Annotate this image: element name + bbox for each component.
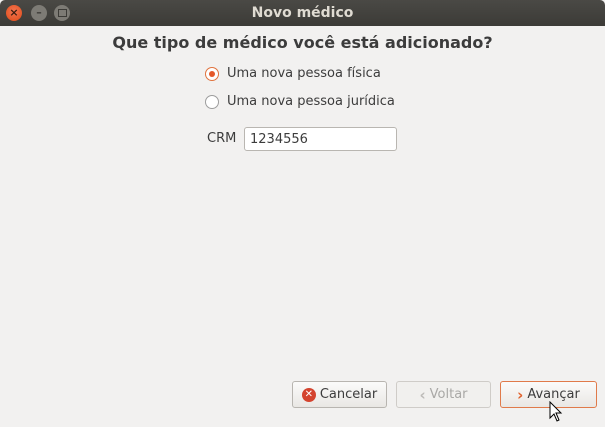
radio-option-pessoa-fisica[interactable]: Uma nova pessoa física: [205, 66, 381, 81]
window-title: Novo médico: [251, 5, 354, 21]
back-button-label: Voltar: [429, 387, 468, 402]
next-button-label: Avançar: [527, 387, 580, 402]
radio-button-checked[interactable]: [205, 66, 219, 81]
cancel-button[interactable]: ✕ Cancelar: [292, 381, 387, 408]
crm-input[interactable]: [244, 127, 397, 151]
cancel-icon: ✕: [301, 387, 316, 402]
radio-label: Uma nova pessoa jurídica: [227, 94, 395, 109]
chevron-left-icon: ‹: [419, 385, 426, 404]
radio-option-pessoa-juridica[interactable]: Uma nova pessoa jurídica: [205, 94, 395, 109]
radio-button-unchecked[interactable]: [205, 94, 219, 109]
crm-label: CRM: [207, 131, 237, 146]
back-button[interactable]: ‹ Voltar: [396, 381, 491, 408]
title-bar: × – Novo médico: [0, 0, 605, 26]
mouse-cursor-icon: [549, 401, 563, 422]
radio-label: Uma nova pessoa física: [227, 66, 381, 81]
page-heading: Que tipo de médico você está adicionado?: [112, 33, 493, 52]
cancel-button-label: Cancelar: [319, 387, 378, 402]
chevron-right-icon: ›: [517, 385, 524, 404]
